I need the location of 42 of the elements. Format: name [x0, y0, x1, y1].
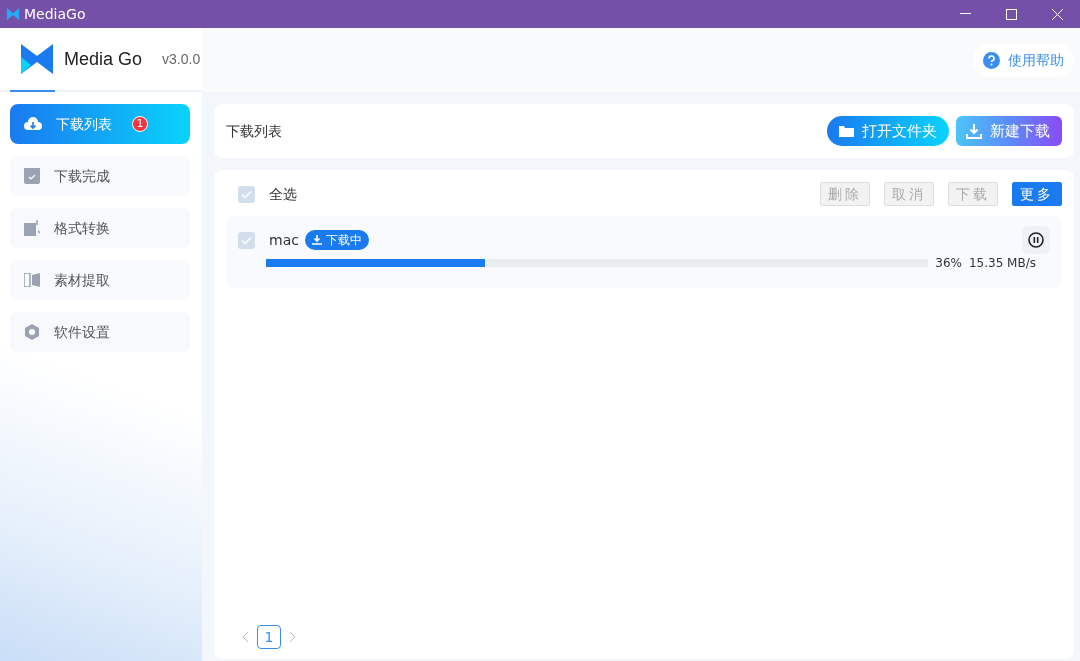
count-badge: 1 [132, 116, 148, 132]
sidebar-item[interactable]: 素材提取 [10, 260, 190, 300]
checkbox-icon [24, 168, 40, 184]
select-all-label: 全选 [269, 184, 297, 204]
convert-icon [24, 220, 40, 236]
toolbar-button[interactable]: 更多 [1012, 182, 1062, 206]
sidebar-item[interactable]: 格式转换 [10, 208, 190, 248]
help-button[interactable]: 使用帮助 [973, 43, 1074, 77]
open-folder-button[interactable]: 打开文件夹 [827, 116, 949, 146]
sidebar-item[interactable]: 下载列表 1 [10, 104, 190, 144]
hexagon-icon [24, 324, 40, 340]
app-logo-icon [20, 43, 54, 75]
sidebar-item[interactable]: 下载完成 [10, 156, 190, 196]
help-icon [983, 51, 1000, 69]
new-download-button[interactable]: 新建下载 [956, 116, 1062, 146]
page-title: 下载列表 [226, 121, 282, 141]
app-logo-icon [6, 7, 20, 21]
page-button[interactable]: 1 [257, 625, 281, 649]
cloud-download-icon [24, 116, 42, 132]
download-icon [966, 123, 982, 139]
maximize-icon [1005, 8, 1017, 20]
next-page-icon[interactable] [288, 631, 296, 643]
pause-icon [1028, 232, 1044, 248]
pause-button[interactable] [1022, 226, 1050, 254]
minimize-icon [959, 13, 971, 15]
progress-percent: 36% [935, 255, 962, 272]
check-icon [241, 235, 252, 245]
app-name: Media Go [64, 47, 143, 71]
check-icon [241, 189, 252, 199]
download-speed: 15.35 MB/s [968, 255, 1036, 272]
file-name: mac [269, 230, 299, 250]
status-tag: 下载中 [304, 230, 369, 250]
version-label: v3.0.0 [162, 49, 201, 69]
close-icon [1051, 8, 1063, 20]
checkbox[interactable] [238, 231, 255, 249]
folder-icon [839, 125, 854, 137]
checkbox[interactable] [238, 185, 255, 203]
film-icon [24, 273, 40, 287]
window-title: MediaGo [24, 4, 86, 24]
sidebar-item[interactable]: 软件设置 [10, 312, 190, 352]
download-icon [311, 235, 322, 245]
previous-page-icon[interactable] [242, 631, 250, 643]
